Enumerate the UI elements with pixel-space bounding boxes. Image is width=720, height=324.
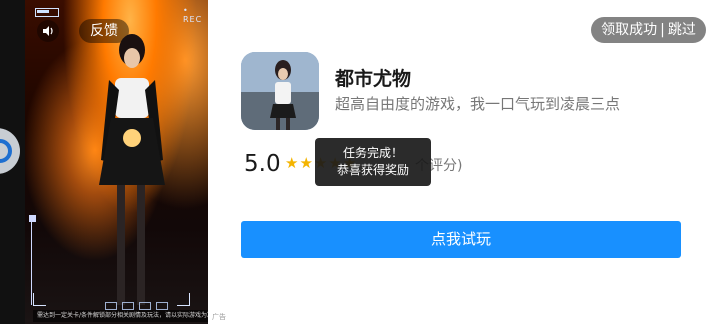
ad-video-panel[interactable]: • REC 反馈 需达到一定关卡/条件解锁部分相关剧情及玩法，请以实际游戏为准	[25, 0, 208, 324]
hud-indicators	[105, 302, 168, 310]
ad-label: 广告	[212, 313, 226, 321]
try-play-button[interactable]: 点我试玩	[241, 221, 681, 258]
star-icon: ★	[285, 154, 299, 172]
pill-separator: |	[660, 22, 665, 38]
hud-bracket	[29, 215, 36, 305]
video-character-figure	[99, 34, 165, 305]
sound-toggle-button[interactable]	[37, 20, 59, 42]
rec-indicator: • REC	[183, 6, 203, 24]
app-icon-artwork	[241, 52, 319, 130]
toast-line-1: 任务完成！	[342, 146, 403, 160]
video-caption: 需达到一定关卡/条件解锁部分相关剧情及玩法，请以实际游戏为准	[33, 310, 208, 322]
hud-corner	[177, 293, 190, 306]
battery-hud-icon	[35, 8, 59, 17]
app-icon[interactable]	[241, 52, 319, 130]
app-description: 超高自由度的游戏，我一口气玩到凌晨三点	[335, 95, 621, 113]
reward-status-label: 领取成功	[601, 22, 658, 38]
toast-line-2: 恭喜获得奖励	[336, 163, 409, 177]
star-icon: ★	[299, 154, 313, 172]
speaker-icon	[43, 26, 53, 36]
skip-button[interactable]: 跳过	[668, 22, 696, 38]
app-title: 都市尤物	[335, 68, 412, 90]
hud-corner	[33, 293, 46, 306]
rating-value: 5.0	[244, 151, 281, 177]
reward-skip-pill[interactable]: 领取成功 | 跳过	[591, 17, 706, 43]
edge-arc-icon	[0, 139, 12, 163]
reward-toast: 任务完成！ 恭喜获得奖励	[315, 138, 431, 186]
